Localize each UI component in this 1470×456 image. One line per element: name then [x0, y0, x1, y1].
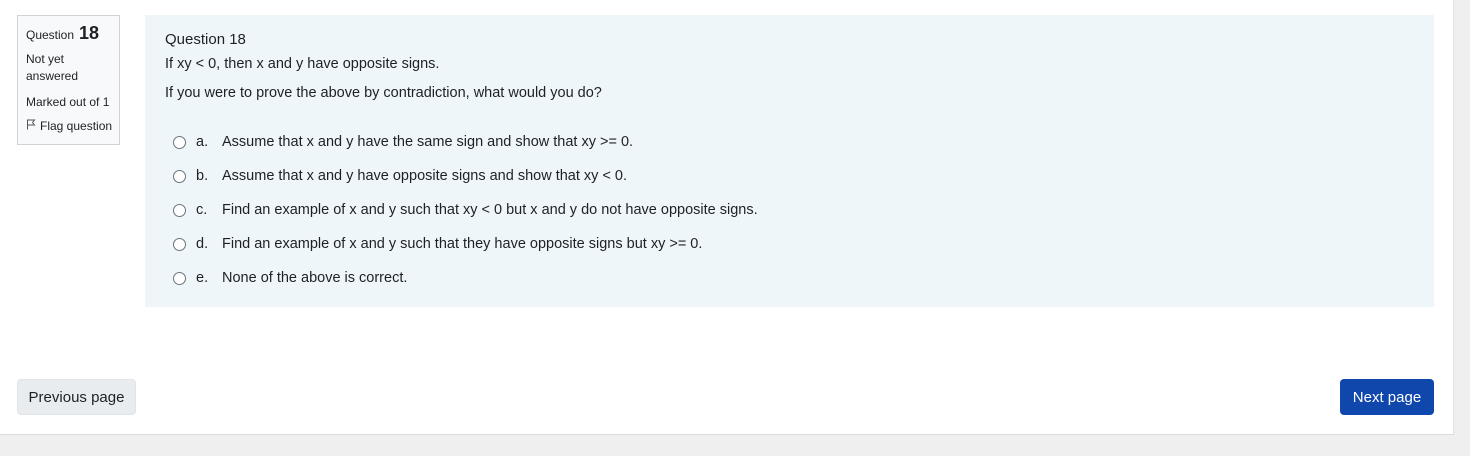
question-state: Not yet answered	[26, 52, 79, 83]
answer-option-d[interactable]: d. Find an example of x and y such that …	[165, 227, 1414, 261]
question-heading: Question 18	[165, 31, 246, 48]
page-panel: Question 18 Not yet answered Marked out …	[0, 0, 1454, 435]
option-text: Find an example of x and y such that xy …	[222, 202, 758, 218]
previous-page-button[interactable]: Previous page	[17, 379, 136, 415]
flag-question-link[interactable]: Flag question	[26, 119, 119, 133]
answer-option-c[interactable]: c. Find an example of x and y such that …	[165, 193, 1414, 227]
question-text: If xy < 0, then x and y have opposite si…	[165, 56, 440, 72]
option-text: Assume that x and y have opposite signs …	[222, 168, 628, 184]
question-label: Question	[26, 28, 75, 42]
flag-icon	[26, 119, 40, 133]
answer-option-e[interactable]: e. None of the above is correct.	[165, 261, 1414, 295]
option-text: Find an example of x and y such that the…	[222, 236, 703, 252]
option-letter: a.	[196, 134, 209, 150]
option-text: None of the above is correct.	[222, 270, 408, 286]
option-text: Assume that x and y have the same sign a…	[222, 134, 634, 150]
option-letter: c.	[196, 202, 208, 218]
radio-icon[interactable]	[173, 237, 186, 251]
radio-icon[interactable]	[173, 135, 186, 149]
answer-option-b[interactable]: b. Assume that x and y have opposite sig…	[165, 159, 1414, 193]
next-page-button[interactable]: Next page	[1340, 379, 1434, 415]
question-number: 18	[79, 23, 100, 43]
question-info-box: Question 18 Not yet answered Marked out …	[17, 15, 120, 145]
question-grade: Marked out of 1	[26, 95, 110, 109]
radio-icon[interactable]	[173, 169, 186, 183]
question-content: Question 18 If xy < 0, then x and y have…	[145, 15, 1434, 307]
question-prompt: If you were to prove the above by contra…	[165, 85, 602, 101]
option-letter: e.	[196, 270, 209, 286]
radio-icon[interactable]	[173, 203, 186, 217]
radio-icon[interactable]	[173, 271, 186, 285]
answer-options: a. Assume that x and y have the same sig…	[165, 125, 1414, 295]
question-number-line: Question 18	[26, 23, 119, 44]
option-letter: d.	[196, 236, 209, 252]
answer-option-a[interactable]: a. Assume that x and y have the same sig…	[165, 125, 1414, 159]
option-letter: b.	[196, 168, 209, 184]
flag-question-label: Flag question	[40, 119, 113, 133]
